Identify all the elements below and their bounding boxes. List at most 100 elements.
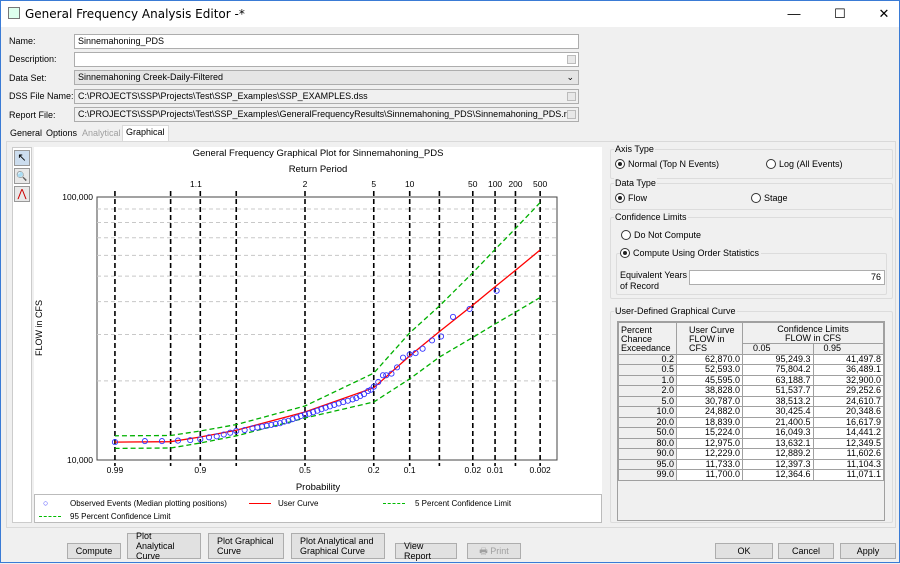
x-tick-label: 0.5 bbox=[299, 465, 311, 475]
chart-title: General Frequency Graphical Plot for Sin… bbox=[192, 148, 444, 159]
cell-cl-05[interactable]: 16,049.3 bbox=[742, 427, 814, 439]
cell-user-curve[interactable]: 15,224.0 bbox=[676, 427, 743, 439]
radio-stage[interactable]: Stage bbox=[751, 193, 788, 203]
confidence-title: Confidence Limits bbox=[614, 212, 688, 222]
cell-cl-05[interactable]: 12,364.6 bbox=[742, 469, 814, 481]
cell-cl-05[interactable]: 12,397.3 bbox=[742, 458, 814, 470]
curve-table-body: 0.2 62,870.0 95,249.3 41,497.8 0.5 52,593.0 75… bbox=[618, 353, 884, 481]
cell-cl-95[interactable]: 36,489.1 bbox=[812, 364, 884, 376]
cell-user-curve[interactable]: 11,733.0 bbox=[676, 458, 743, 470]
cell-cl-05[interactable]: 38,513.2 bbox=[742, 395, 814, 407]
cell-user-curve[interactable]: 52,593.0 bbox=[676, 364, 743, 376]
radio-normal[interactable]: Normal (Top N Events) bbox=[615, 159, 719, 169]
cell-pce[interactable]: 0.2 bbox=[618, 353, 677, 365]
cell-cl-05[interactable]: 63,188.7 bbox=[742, 374, 814, 386]
cell-pce[interactable]: 5.0 bbox=[618, 395, 677, 407]
cell-cl-05[interactable]: 12,889.2 bbox=[742, 448, 814, 460]
cell-cl-95[interactable]: 12,349.5 bbox=[812, 437, 884, 449]
cell-cl-95[interactable]: 24,610.7 bbox=[812, 395, 884, 407]
legend-95pct: 95 Percent Confidence Limit bbox=[70, 512, 171, 521]
cell-cl-95[interactable]: 11,104.3 bbox=[812, 458, 884, 470]
cell-pce[interactable]: 50.0 bbox=[618, 427, 677, 439]
table-row: 0.2 62,870.0 95,249.3 41,497.8 bbox=[618, 353, 884, 365]
cell-pce[interactable]: 95.0 bbox=[618, 458, 677, 470]
cell-pce[interactable]: 10.0 bbox=[618, 406, 677, 418]
cell-pce[interactable]: 1.0 bbox=[618, 374, 677, 386]
cell-cl-05[interactable]: 21,400.5 bbox=[742, 416, 814, 428]
cell-user-curve[interactable]: 30,787.0 bbox=[676, 395, 743, 407]
header-005: 0.05 bbox=[742, 343, 814, 355]
legend-line-green bbox=[383, 503, 405, 504]
eq-years-label-2: of Record bbox=[620, 281, 660, 291]
compute-button[interactable]: Compute bbox=[67, 543, 121, 559]
table-row: 2.0 38,828.0 51,537.7 29,252.6 bbox=[618, 385, 884, 397]
radio-os-label: Compute Using Order Statistics bbox=[633, 248, 760, 258]
radio-flow-label: Flow bbox=[628, 193, 648, 203]
printer-icon: 🖶 bbox=[479, 546, 491, 556]
eq-years-input[interactable]: 76 bbox=[689, 270, 885, 285]
plot-analytical-button[interactable]: Plot Analytical Curve bbox=[127, 531, 201, 561]
cell-user-curve[interactable]: 38,828.0 bbox=[676, 385, 743, 397]
radio-order-statistics[interactable]: Compute Using Order Statistics bbox=[620, 248, 762, 258]
return-period-tick-label: 100 bbox=[488, 179, 502, 189]
cell-user-curve[interactable]: 62,870.0 bbox=[676, 353, 743, 365]
cell-cl-05[interactable]: 95,249.3 bbox=[742, 353, 814, 365]
y-tick-label: 10,000 bbox=[67, 455, 93, 465]
cell-user-curve[interactable]: 45,595.0 bbox=[676, 374, 743, 386]
cell-user-curve[interactable]: 12,229.0 bbox=[676, 448, 743, 460]
plot-graphical-button[interactable]: Plot Graphical Curve bbox=[208, 533, 284, 559]
legend-user-curve: User Curve bbox=[278, 499, 319, 508]
cell-cl-05[interactable]: 13,632.1 bbox=[742, 437, 814, 449]
cancel-button[interactable]: Cancel bbox=[778, 543, 834, 559]
legend-line-red bbox=[249, 503, 271, 504]
radio-log[interactable]: Log (All Events) bbox=[766, 159, 843, 169]
top-axis-label: Return Period bbox=[288, 164, 348, 175]
axis-type-title: Axis Type bbox=[614, 144, 655, 154]
return-period-tick-label: 500 bbox=[533, 179, 547, 189]
view-report-button[interactable]: View Report bbox=[395, 541, 457, 561]
table-row: 90.0 12,229.0 12,889.2 11,602.6 bbox=[618, 448, 884, 460]
return-period-tick-label: 200 bbox=[508, 179, 522, 189]
x-tick-label: 0.01 bbox=[487, 465, 504, 475]
user-curve-title: User-Defined Graphical Curve bbox=[614, 306, 737, 316]
hdr-uc-3: CFS bbox=[689, 343, 707, 353]
cell-cl-05[interactable]: 30,425.4 bbox=[742, 406, 814, 418]
cell-user-curve[interactable]: 18,839.0 bbox=[676, 416, 743, 428]
x-tick-label: 0.1 bbox=[404, 465, 416, 475]
cell-pce[interactable]: 2.0 bbox=[618, 385, 677, 397]
cell-pce[interactable]: 20.0 bbox=[618, 416, 677, 428]
cell-cl-95[interactable]: 14,441.2 bbox=[812, 427, 884, 439]
cell-user-curve[interactable]: 12,975.0 bbox=[676, 437, 743, 449]
data-type-title: Data Type bbox=[614, 178, 657, 188]
cell-cl-95[interactable]: 29,252.6 bbox=[812, 385, 884, 397]
print-button[interactable]: 🖶 Print bbox=[467, 543, 521, 559]
cell-cl-05[interactable]: 51,537.7 bbox=[742, 385, 814, 397]
radio-do-not-compute[interactable]: Do Not Compute bbox=[621, 230, 701, 240]
x-tick-label: 0.2 bbox=[368, 465, 380, 475]
header-user-curve: User Curve FLOW in CFS bbox=[676, 322, 743, 355]
apply-button[interactable]: Apply bbox=[840, 543, 896, 559]
cell-user-curve[interactable]: 11,700.0 bbox=[676, 469, 743, 481]
table-row: 50.0 15,224.0 16,049.3 14,441.2 bbox=[618, 427, 884, 439]
cell-pce[interactable]: 90.0 bbox=[618, 448, 677, 460]
cell-cl-95[interactable]: 11,602.6 bbox=[812, 448, 884, 460]
order-statistics-group: Compute Using Order Statistics Equivalen… bbox=[616, 248, 887, 295]
cell-cl-95[interactable]: 20,348.6 bbox=[812, 406, 884, 418]
cell-pce[interactable]: 99.0 bbox=[618, 469, 677, 481]
radio-flow[interactable]: Flow bbox=[615, 193, 647, 203]
cell-pce[interactable]: 0.5 bbox=[618, 364, 677, 376]
cell-pce[interactable]: 80.0 bbox=[618, 437, 677, 449]
cell-cl-95[interactable]: 11,071.1 bbox=[812, 469, 884, 481]
legend-5pct: 5 Percent Confidence Limit bbox=[415, 499, 512, 508]
ok-button[interactable]: OK bbox=[715, 543, 773, 559]
table-row: 80.0 12,975.0 13,632.1 12,349.5 bbox=[618, 437, 884, 449]
print-label: Print bbox=[490, 546, 509, 556]
hdr-pce-2: Exceedance bbox=[621, 343, 671, 353]
plot-both-button[interactable]: Plot Analytical and Graphical Curve bbox=[291, 533, 385, 559]
cell-cl-95[interactable]: 41,497.8 bbox=[812, 353, 884, 365]
cell-cl-05[interactable]: 75,804.2 bbox=[742, 364, 814, 376]
cell-cl-95[interactable]: 16,617.9 bbox=[812, 416, 884, 428]
cell-cl-95[interactable]: 32,900.0 bbox=[812, 374, 884, 386]
table-row: 10.0 24,882.0 30,425.4 20,348.6 bbox=[618, 406, 884, 418]
cell-user-curve[interactable]: 24,882.0 bbox=[676, 406, 743, 418]
